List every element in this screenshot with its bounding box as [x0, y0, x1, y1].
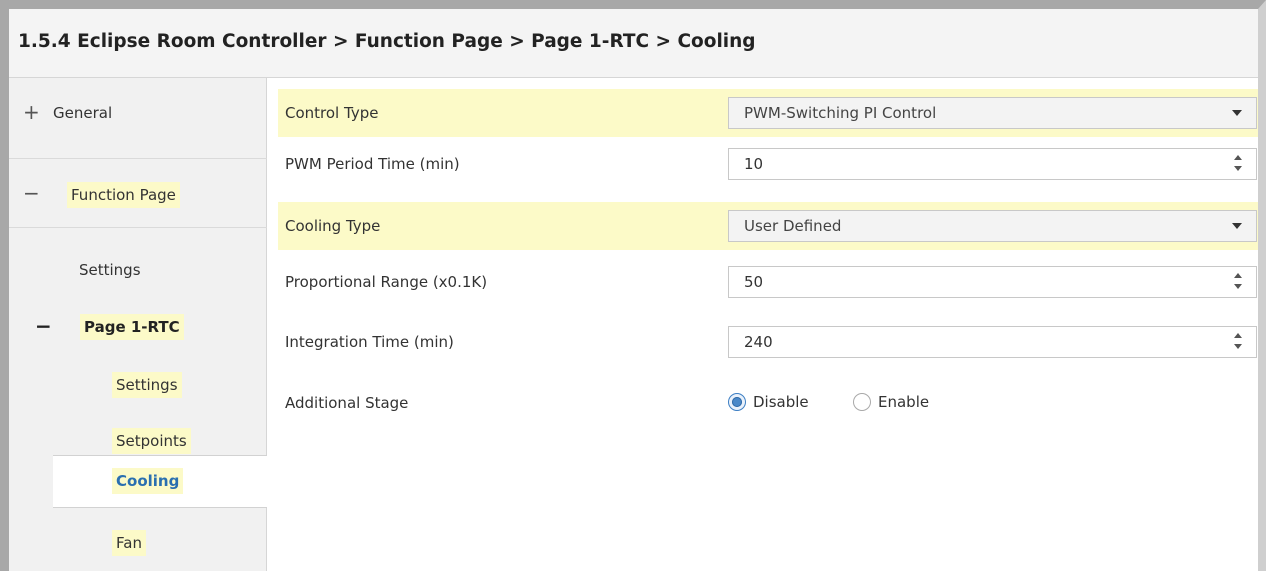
param-label: Cooling Type — [285, 217, 381, 235]
collapse-icon[interactable]: − — [35, 314, 52, 338]
arrow-up-icon[interactable] — [1234, 333, 1242, 338]
radio-label: Disable — [753, 393, 809, 411]
param-label: Additional Stage — [285, 394, 409, 412]
spin-value: 50 — [744, 273, 764, 291]
collapse-icon[interactable]: − — [23, 181, 40, 205]
parameter-panel: Control Type PWM-Switching PI Control PW… — [267, 78, 1258, 571]
sidebar-item-label: Fan — [112, 530, 146, 556]
sidebar-item-function-page[interactable]: − Function Page — [9, 159, 267, 227]
arrow-up-icon[interactable] — [1234, 273, 1242, 278]
select-value: PWM-Switching PI Control — [744, 104, 937, 122]
pwm-period-spinbox[interactable]: 10 — [728, 148, 1257, 180]
proportional-range-spinbox[interactable]: 50 — [728, 266, 1257, 298]
radio-unchecked-icon[interactable] — [853, 393, 871, 411]
sidebar-item-settings[interactable]: Settings — [9, 238, 267, 298]
sidebar-item-label: General — [53, 104, 113, 122]
radio-dot-icon — [732, 397, 742, 407]
radio-label: Enable — [878, 393, 930, 411]
param-label: Integration Time (min) — [285, 333, 454, 351]
sidebar-item-page-1-rtc[interactable]: − Page 1-RTC — [9, 298, 267, 354]
control-type-select[interactable]: PWM-Switching PI Control — [728, 97, 1257, 129]
sidebar-item-label: Function Page — [67, 182, 180, 208]
chevron-down-icon — [1232, 223, 1242, 229]
spin-value: 240 — [744, 333, 773, 351]
sidebar-item-rtc-settings[interactable]: Settings — [9, 354, 267, 410]
param-row-cooling-type: Cooling Type User Defined — [278, 202, 1258, 250]
expand-icon[interactable]: + — [23, 100, 40, 124]
arrow-down-icon[interactable] — [1234, 284, 1242, 289]
radio-checked-icon[interactable] — [728, 393, 746, 411]
arrow-down-icon[interactable] — [1234, 166, 1242, 171]
sidebar-item-label: Settings — [79, 261, 141, 279]
sidebar-item-general[interactable]: + General — [9, 78, 267, 158]
spin-value: 10 — [744, 155, 764, 173]
sidebar-item-label: Settings — [112, 372, 182, 398]
arrow-down-icon[interactable] — [1234, 344, 1242, 349]
spin-buttons[interactable] — [1233, 273, 1243, 291]
param-label: Control Type — [285, 104, 379, 122]
chevron-down-icon — [1232, 110, 1242, 116]
sidebar-item-label: Cooling — [112, 468, 184, 494]
sidebar: + General − Function Page Settings − Pag… — [9, 78, 268, 571]
param-row-additional-stage: Additional Stage Disable Enable — [278, 379, 1258, 427]
sidebar-item-label: Setpoints — [112, 428, 191, 454]
param-label: Proportional Range (x0.1K) — [285, 273, 488, 291]
integration-time-spinbox[interactable]: 240 — [728, 326, 1257, 358]
param-row-pwm-period: PWM Period Time (min) 10 — [278, 140, 1258, 188]
sidebar-item-fan[interactable]: Fan — [9, 508, 267, 564]
breadcrumb: 1.5.4 Eclipse Room Controller > Function… — [18, 31, 756, 52]
sidebar-item-cooling[interactable]: Cooling — [53, 455, 268, 508]
param-row-integration-time: Integration Time (min) 240 — [278, 318, 1258, 366]
divider — [9, 227, 267, 228]
cooling-type-select[interactable]: User Defined — [728, 210, 1257, 242]
select-value: User Defined — [744, 217, 842, 235]
window: 1.5.4 Eclipse Room Controller > Function… — [0, 0, 1266, 571]
sidebar-item-label: Page 1-RTC — [80, 314, 184, 340]
spin-buttons[interactable] — [1233, 333, 1243, 351]
param-label: PWM Period Time (min) — [285, 155, 460, 173]
spin-buttons[interactable] — [1233, 155, 1243, 173]
param-row-proportional-range: Proportional Range (x0.1K) 50 — [278, 258, 1258, 306]
title-bar: 1.5.4 Eclipse Room Controller > Function… — [9, 9, 1258, 78]
arrow-up-icon[interactable] — [1234, 155, 1242, 160]
param-row-control-type: Control Type PWM-Switching PI Control — [278, 89, 1258, 137]
